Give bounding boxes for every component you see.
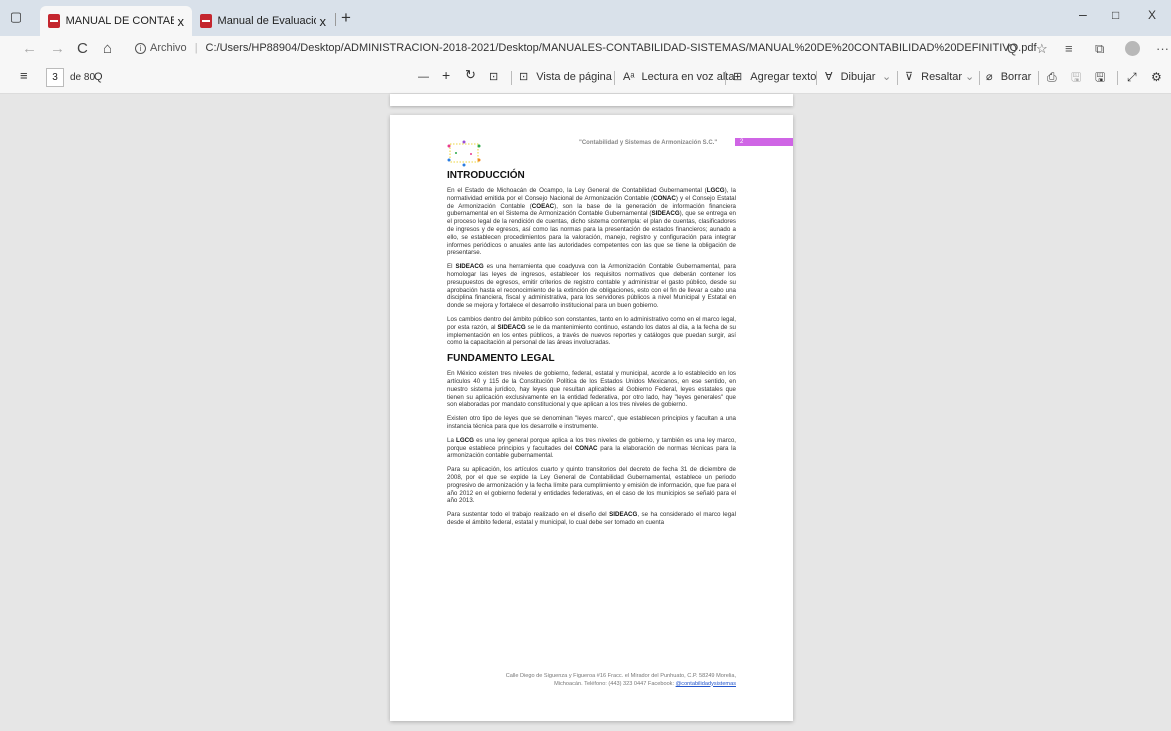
close-window-button[interactable]: X xyxy=(1148,8,1156,22)
pdf-icon xyxy=(200,14,212,28)
divider xyxy=(511,71,512,85)
erase-label: Borrar xyxy=(1000,71,1032,83)
divider xyxy=(816,71,817,85)
footer-contact: Michoacán. Teléfono: (443) 323 0447 Face… xyxy=(554,680,675,687)
home-button[interactable]: ⌂ xyxy=(103,40,112,58)
back-button[interactable]: ← xyxy=(22,40,37,58)
page-number: 2 xyxy=(740,139,744,145)
url-text: C:/Users/HP88904/Desktop/ADMINISTRACION-… xyxy=(205,42,1037,54)
add-text-icon: ⊞ xyxy=(733,71,743,83)
highlight-chevron-icon[interactable]: ⌄ xyxy=(965,70,974,84)
save-as-icon[interactable]: 🖫 xyxy=(1095,70,1105,84)
minimize-button[interactable]: – xyxy=(1079,6,1087,22)
read-aloud-button[interactable]: Aᵃ Lectura en voz alta xyxy=(623,70,734,84)
erase-button[interactable]: ⌀ Borrar xyxy=(986,70,1031,84)
divider xyxy=(725,71,726,85)
table-of-contents-icon[interactable]: ≡ xyxy=(20,69,28,83)
page-footer: Calle Diego de Siguenza y Figueroa #16 F… xyxy=(447,673,736,688)
section-title-introduccion: INTRODUCCIÓN xyxy=(447,170,525,181)
save-icon[interactable]: 🖫 xyxy=(1071,70,1081,84)
paragraph: En el Estado de Michoacán de Ocampo, la … xyxy=(447,187,737,257)
forward-button[interactable]: → xyxy=(50,40,65,58)
divider xyxy=(1038,71,1039,85)
zoom-out-button[interactable]: — xyxy=(418,70,429,84)
highlight-icon: ⊽ xyxy=(905,71,914,83)
paragraph: Para sustentar todo el trabajo realizado… xyxy=(447,511,736,526)
search-icon[interactable]: Q xyxy=(94,70,103,84)
footer-address: Calle Diego de Siguenza y Figueroa #16 F… xyxy=(505,673,736,679)
tab-manual-contabilidad[interactable]: MANUAL DE CONTABILIDAD DE x xyxy=(40,6,192,36)
more-menu-icon[interactable]: ··· xyxy=(1156,41,1169,57)
fullscreen-icon[interactable]: ⤢ xyxy=(1127,70,1137,84)
paragraph: La LGCG es una ley general porque aplica… xyxy=(447,436,736,460)
settings-icon[interactable]: ⚙ xyxy=(1151,70,1162,84)
paragraph: Los cambios dentro del ámbito público so… xyxy=(447,315,736,347)
page-view-button[interactable]: ⊡ Vista de página xyxy=(519,70,612,84)
divider xyxy=(614,71,615,85)
tab-divider xyxy=(335,13,336,26)
pdf-toolbar: ≡ 3 de 80 Q — + ↻ ⊡ ⊡ Vista de página Aᵃ… xyxy=(0,62,1171,94)
add-text-button[interactable]: ⊞ Agregar texto xyxy=(733,70,816,84)
page-number-bar xyxy=(735,138,793,146)
collections-icon[interactable]: ⧉ xyxy=(1095,41,1104,57)
read-aloud-label: Lectura en voz alta xyxy=(641,71,735,83)
tab-actions-icon[interactable]: ▢ xyxy=(8,9,24,25)
read-aloud-icon: Aᵃ xyxy=(623,71,635,83)
profile-avatar[interactable] xyxy=(1125,41,1140,56)
draw-chevron-icon[interactable]: ⌄ xyxy=(882,70,891,84)
info-icon[interactable]: i xyxy=(135,42,146,54)
highlight-label: Resaltar xyxy=(921,71,963,83)
page-view-icon: ⊡ xyxy=(519,71,529,83)
paragraph: Existen otro tipo de leyes que se denomi… xyxy=(447,415,736,430)
page-view-label: Vista de página xyxy=(536,71,612,83)
paragraph: El SIDEACG es una herramienta que coadyu… xyxy=(447,263,736,310)
fit-page-icon[interactable]: ⊡ xyxy=(489,70,498,84)
url-separator: | xyxy=(194,42,198,54)
close-tab-icon[interactable]: x xyxy=(320,14,327,29)
tab-title: MANUAL DE CONTABILIDAD DE xyxy=(65,15,174,27)
facebook-link[interactable]: @contabilidadysistemas xyxy=(676,681,736,687)
address-bar: ← → C ⌂ i Archivo | C:/Users/HP88904/Des… xyxy=(0,36,1171,62)
divider xyxy=(897,71,898,85)
draw-button[interactable]: ∀ Dibujar xyxy=(825,70,875,84)
highlight-button[interactable]: ⊽ Resaltar xyxy=(905,70,962,84)
favorite-icon[interactable]: ☆ xyxy=(1036,41,1048,57)
page-content: INTRODUCCIÓN En el Estado de Michoacán d… xyxy=(447,170,736,533)
draw-label: Dibujar xyxy=(840,71,876,83)
page-total: de 80 xyxy=(70,72,96,83)
tab-manual-evaluacion[interactable]: Manual de Evaluación de Avance x xyxy=(192,6,334,36)
add-text-label: Agregar texto xyxy=(750,71,817,83)
previous-page xyxy=(390,94,793,106)
eraser-icon: ⌀ xyxy=(986,71,993,83)
pdf-icon xyxy=(48,14,60,28)
page-header-text: "Contabilidad y Sistemas de Armonización… xyxy=(579,140,718,146)
divider xyxy=(979,71,980,85)
close-tab-icon[interactable]: x xyxy=(178,14,185,29)
url-scheme: Archivo xyxy=(150,42,187,54)
tab-strip: ▢ MANUAL DE CONTABILIDAD DE x Manual de … xyxy=(0,0,1171,36)
tab-title: Manual de Evaluación de Avance xyxy=(217,15,316,27)
favorites-icon[interactable]: ≡ xyxy=(1065,41,1073,57)
url-field[interactable]: i Archivo | C:/Users/HP88904/Desktop/ADM… xyxy=(135,42,1037,54)
new-tab-button[interactable]: + xyxy=(341,9,351,26)
paragraph: Para su aplicación, los artículos cuarto… xyxy=(447,466,736,505)
maximize-button[interactable]: □ xyxy=(1112,8,1119,22)
refresh-button[interactable]: C xyxy=(77,40,88,58)
draw-icon: ∀ xyxy=(825,71,833,83)
zoom-icon[interactable]: Q xyxy=(1007,41,1017,57)
page-number-input[interactable]: 3 xyxy=(46,68,64,87)
section-title-fundamento-legal: FUNDAMENTO LEGAL xyxy=(447,353,555,365)
company-logo xyxy=(447,140,481,167)
rotate-icon[interactable]: ↻ xyxy=(465,68,476,82)
divider xyxy=(1117,71,1118,85)
pdf-page: "Contabilidad y Sistemas de Armonización… xyxy=(390,115,793,721)
paragraph: En México existen tres niveles de gobier… xyxy=(447,370,736,409)
print-icon[interactable]: ⎙ xyxy=(1047,70,1057,84)
zoom-in-button[interactable]: + xyxy=(442,68,450,82)
